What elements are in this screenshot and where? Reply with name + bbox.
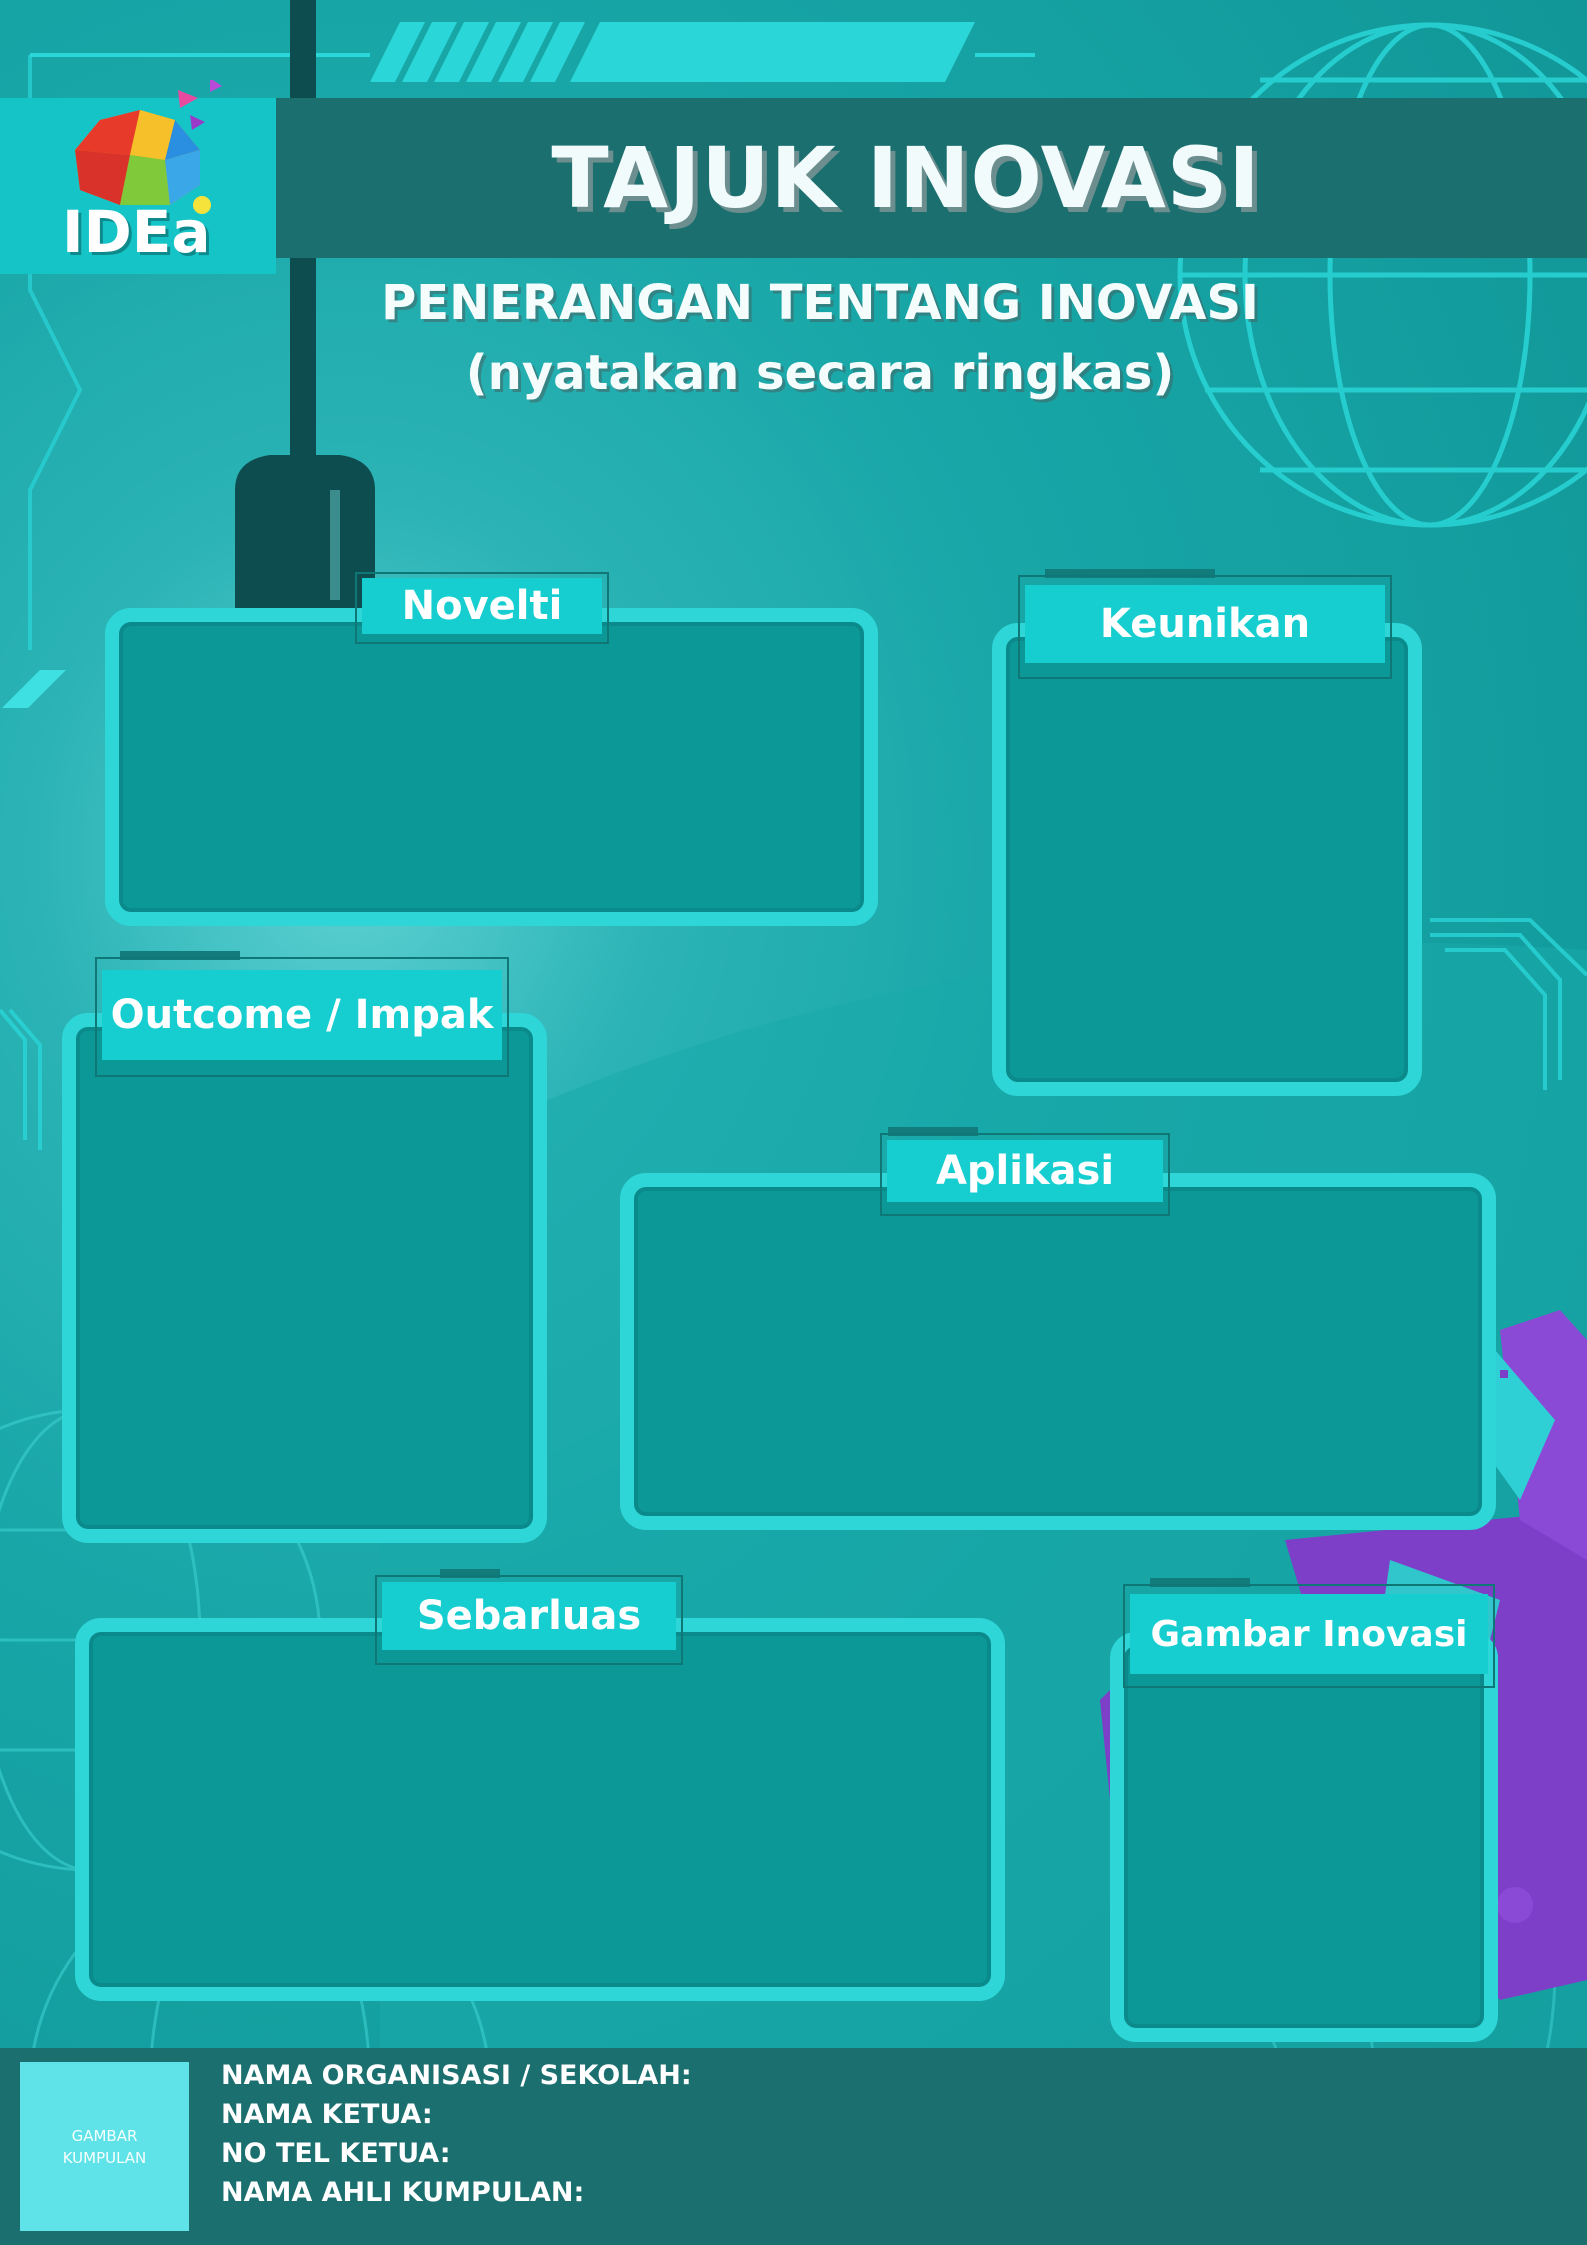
logo-text: IDEa (62, 198, 211, 266)
subtitle-line1: PENERANGAN TENTANG INOVASI (381, 275, 1259, 331)
gambar-inovasi-panel[interactable] (1110, 1632, 1498, 2042)
sebarluas-tab: Sebarluas (382, 1582, 676, 1650)
aplikasi-panel[interactable] (620, 1173, 1496, 1530)
keunikan-tab: Keunikan (1025, 585, 1385, 663)
aplikasi-tab: Aplikasi (887, 1140, 1163, 1202)
photo-label-line2: KUMPULAN (62, 2148, 147, 2167)
photo-label-line1: GAMBAR (71, 2126, 138, 2145)
leader-label: NAMA KETUA: (221, 2099, 433, 2130)
keunikan-panel[interactable] (992, 623, 1422, 1096)
subtitle-line2: (nyatakan secara ringkas) (465, 345, 1175, 401)
page-title: TAJUK INOVASI (551, 129, 1261, 227)
group-photo-placeholder[interactable]: GAMBAR KUMPULAN (20, 2062, 189, 2231)
novelti-panel[interactable] (105, 608, 878, 926)
poster: IDEa TAJUK INOVASI PENERANGAN TENTANG IN… (0, 0, 1587, 2245)
logo-panel: IDEa (0, 80, 276, 274)
sebarluas-panel[interactable] (75, 1618, 1005, 2001)
phone-label: NO TEL KETUA: (221, 2138, 451, 2169)
outcome-panel[interactable] (62, 1013, 547, 1543)
gambar-inovasi-tab: Gambar Inovasi (1130, 1594, 1488, 1674)
subtitle: PENERANGAN TENTANG INOVASI (nyatakan sec… (340, 268, 1300, 408)
novelti-tab: Novelti (362, 578, 602, 634)
org-label: NAMA ORGANISASI / SEKOLAH: (221, 2060, 692, 2091)
outcome-tab: Outcome / Impak (102, 970, 502, 1060)
members-label: NAMA AHLI KUMPULAN: (221, 2177, 585, 2208)
